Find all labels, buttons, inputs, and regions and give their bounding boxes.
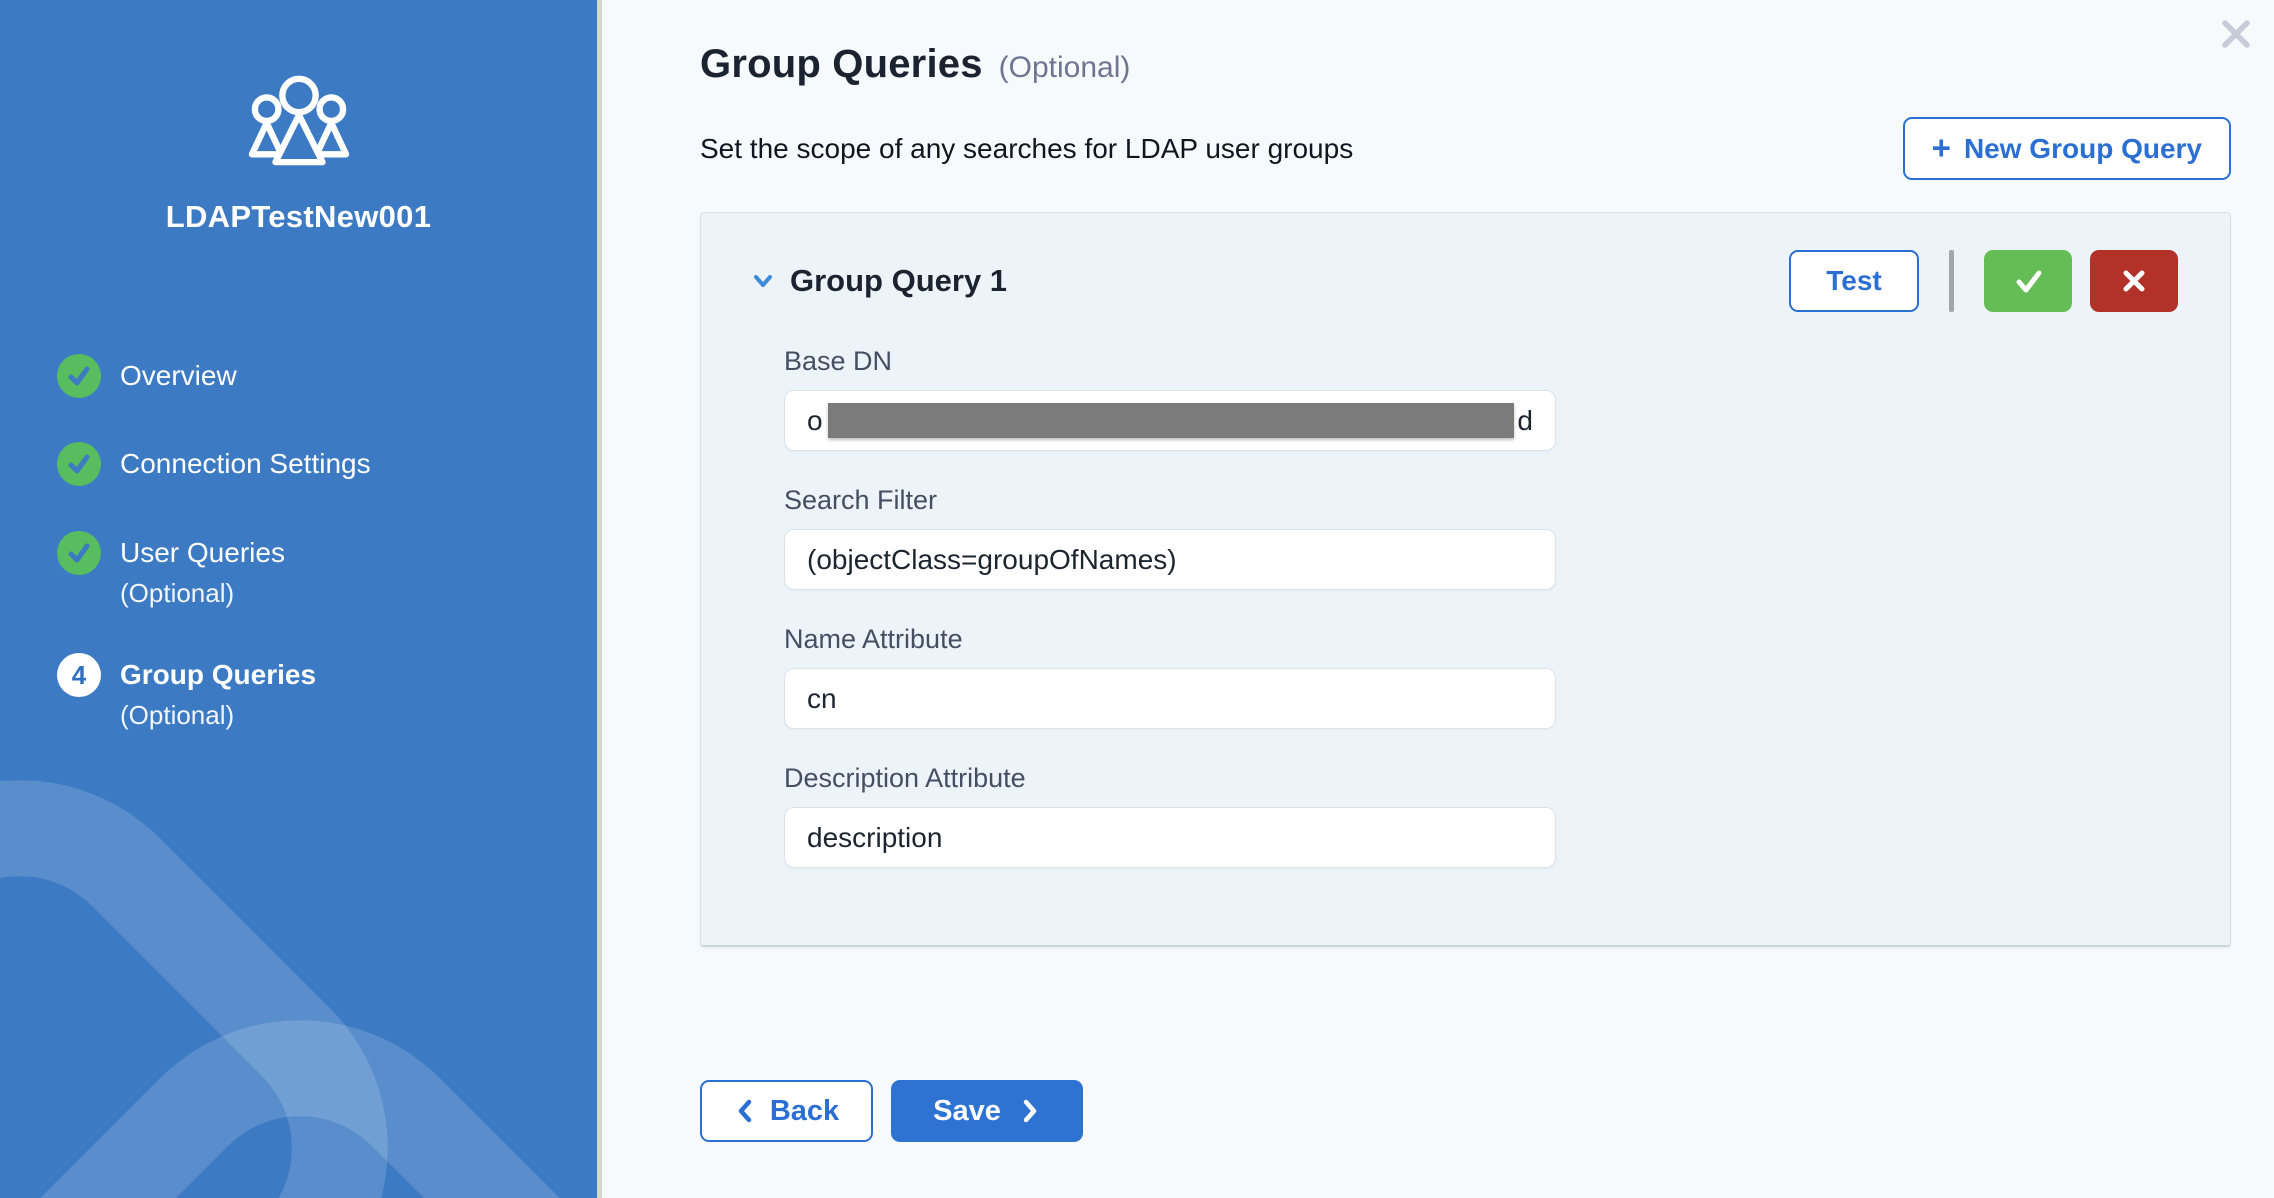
save-label: Save [933,1095,1001,1128]
sidebar-item-overview[interactable]: Overview [57,354,237,398]
step-label: Connection Settings [120,448,371,479]
plus-icon: + [1932,131,1951,164]
description-attribute-input[interactable] [784,807,1556,868]
back-button[interactable]: Back [700,1080,873,1142]
sidebar-item-group-queries[interactable]: 4 Group Queries (Optional) [57,653,316,733]
close-icon[interactable] [2216,14,2256,54]
new-group-query-label: New Group Query [1964,133,2202,165]
delete-button[interactable] [2090,250,2178,312]
group-query-card: Group Query 1 Test [700,212,2231,947]
base-dn-input[interactable]: o d [784,390,1556,451]
chevron-left-icon [734,1097,756,1125]
page-title: Group Queries [700,42,983,87]
chevron-down-icon[interactable] [746,264,780,298]
step-complete-icon [57,442,101,486]
name-attribute-input[interactable] [784,668,1556,729]
page-subtitle: Set the scope of any searches for LDAP u… [700,133,1353,165]
confirm-button[interactable] [1984,250,2072,312]
description-attribute-label: Description Attribute [784,763,2178,794]
ldap-setup-modal: LDAPTestNew001 Overview Connection Setti… [0,0,2274,1198]
step-label: Overview [120,360,237,391]
base-dn-visible-prefix: o [807,405,823,437]
search-filter-input[interactable] [784,529,1556,590]
step-label: Group Queries [120,659,316,690]
step-number-badge: 4 [57,653,101,697]
step-sublabel: (Optional) [120,700,234,730]
save-button[interactable]: Save [891,1080,1083,1142]
back-label: Back [770,1095,839,1128]
name-attribute-label: Name Attribute [784,624,2178,655]
base-dn-label: Base DN [784,346,2178,377]
brand-block: LDAPTestNew001 [0,72,597,235]
sidebar-item-user-queries[interactable]: User Queries (Optional) [57,531,285,611]
step-sublabel: (Optional) [120,578,234,608]
chevron-right-icon [1019,1097,1041,1125]
page-header: Group Queries (Optional) [700,42,2231,87]
page-title-optional: (Optional) [999,51,1131,85]
step-complete-icon [57,531,101,575]
step-label: User Queries [120,537,285,568]
sidebar-item-connection-settings[interactable]: Connection Settings [57,442,371,486]
connection-name: LDAPTestNew001 [0,199,597,235]
divider [1949,250,1954,312]
group-query-title: Group Query 1 [790,263,1007,299]
test-button[interactable]: Test [1789,250,1919,312]
wizard-footer: Back Save [700,1080,2231,1142]
main-panel: Group Queries (Optional) Set the scope o… [607,0,2274,1198]
redaction-bar [828,403,1515,438]
search-filter-label: Search Filter [784,485,2178,516]
base-dn-visible-suffix: d [1517,405,1533,437]
group-people-icon [240,72,358,168]
new-group-query-button[interactable]: + New Group Query [1903,117,2231,180]
step-complete-icon [57,354,101,398]
sidebar: LDAPTestNew001 Overview Connection Setti… [0,0,602,1198]
